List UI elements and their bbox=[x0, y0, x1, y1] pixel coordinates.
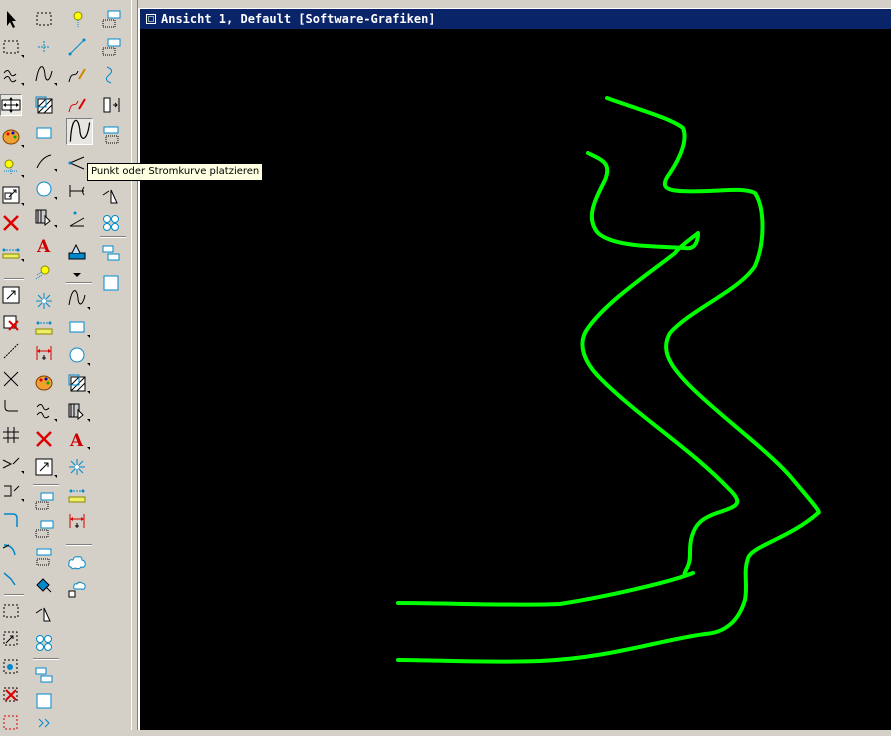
stream-curve-inner bbox=[396, 151, 740, 607]
fence-select-icon[interactable] bbox=[0, 36, 24, 58]
light-bulb-icon[interactable] bbox=[33, 262, 55, 284]
scale-2-icon[interactable] bbox=[33, 456, 57, 478]
place-point-curve-icon[interactable] bbox=[66, 152, 88, 174]
freehand-pen-icon[interactable] bbox=[66, 64, 88, 86]
fence-clip-icon[interactable] bbox=[0, 710, 22, 732]
mirror-icon[interactable] bbox=[100, 94, 122, 116]
chamfer-icon[interactable] bbox=[0, 508, 22, 530]
dialog-copy-top-icon[interactable] bbox=[100, 36, 122, 58]
curve-2-icon[interactable] bbox=[66, 288, 90, 310]
stream-curve-outer bbox=[396, 96, 821, 664]
rectangle-icon[interactable] bbox=[33, 122, 55, 144]
array-icon[interactable] bbox=[33, 632, 55, 654]
window-top-strip bbox=[138, 0, 891, 8]
dimension-angle-icon[interactable] bbox=[66, 180, 88, 202]
scale-icon[interactable] bbox=[0, 284, 22, 306]
dialog-copy-icon[interactable] bbox=[33, 518, 55, 540]
fence-icon[interactable] bbox=[33, 8, 55, 30]
sparkle-2-icon[interactable] bbox=[66, 456, 88, 478]
volume-2-icon[interactable] bbox=[100, 186, 122, 208]
rectangle-2-icon[interactable] bbox=[66, 316, 90, 338]
modify-corner-icon[interactable] bbox=[0, 566, 22, 588]
cell-2-icon[interactable] bbox=[66, 400, 90, 422]
smart-line-icon[interactable] bbox=[0, 64, 24, 86]
place-dimension-icon[interactable] bbox=[66, 208, 88, 230]
wave-icon[interactable] bbox=[100, 64, 122, 86]
fillet-icon[interactable] bbox=[0, 396, 22, 418]
fence-delete-icon[interactable] bbox=[0, 684, 22, 706]
move-icon[interactable] bbox=[0, 94, 22, 116]
array-2-icon[interactable] bbox=[100, 212, 122, 234]
delete-x-icon[interactable] bbox=[0, 212, 22, 234]
smart-line-2-icon[interactable] bbox=[33, 400, 57, 422]
cloud-move-icon[interactable] bbox=[66, 578, 88, 600]
extend-icon[interactable] bbox=[0, 452, 24, 474]
dialog-move-icon[interactable] bbox=[33, 490, 55, 512]
delete-partial-icon[interactable] bbox=[0, 312, 22, 334]
curve-icon[interactable] bbox=[33, 64, 57, 86]
dialog-move-top-icon[interactable] bbox=[100, 8, 122, 30]
arc-icon[interactable] bbox=[33, 150, 57, 172]
palette-divider[interactable] bbox=[131, 0, 138, 730]
volume-icon[interactable] bbox=[33, 604, 55, 626]
scale-element-icon[interactable] bbox=[0, 184, 24, 206]
eraser-icon[interactable] bbox=[33, 574, 55, 596]
measure-icon[interactable] bbox=[0, 240, 24, 262]
tool-palette: A A bbox=[0, 0, 131, 730]
place-line-icon[interactable] bbox=[66, 36, 88, 58]
dimension-2-icon[interactable] bbox=[66, 510, 88, 532]
material-palette-icon[interactable] bbox=[33, 372, 55, 394]
dimension-point-2-icon[interactable] bbox=[66, 484, 88, 506]
window-icon[interactable] bbox=[146, 14, 156, 24]
drawing-canvas[interactable] bbox=[140, 28, 891, 730]
view-titlebar[interactable]: Ansicht 1, Default [Software-Grafiken] bbox=[140, 8, 891, 29]
chain-2-icon[interactable] bbox=[100, 272, 122, 294]
cloud-icon[interactable] bbox=[66, 552, 88, 574]
hatch-2-icon[interactable] bbox=[66, 372, 90, 394]
line-tool-icon[interactable] bbox=[0, 340, 22, 362]
delete-x-2-icon[interactable] bbox=[33, 428, 55, 450]
intersect-icon[interactable] bbox=[0, 368, 22, 390]
arc-corner-icon[interactable] bbox=[0, 538, 22, 560]
freehand-red-icon[interactable] bbox=[66, 94, 88, 116]
fence-copy-icon[interactable] bbox=[0, 656, 22, 678]
trim-icon[interactable] bbox=[0, 480, 24, 502]
point-icon[interactable] bbox=[33, 36, 55, 58]
light-source-icon[interactable] bbox=[0, 156, 24, 178]
tooltip: Punkt oder Stromkurve platzieren bbox=[87, 163, 264, 181]
stack-2-icon[interactable] bbox=[100, 242, 122, 264]
chain-icon[interactable] bbox=[33, 690, 55, 712]
fence-dotted-icon[interactable] bbox=[0, 600, 22, 622]
dimension-icon[interactable] bbox=[33, 342, 55, 364]
hatch-icon[interactable] bbox=[33, 94, 55, 116]
view-window: Ansicht 1, Default [Software-Grafiken] bbox=[138, 8, 891, 730]
sparkle-light-icon[interactable] bbox=[33, 290, 55, 312]
stack-icon[interactable] bbox=[33, 664, 55, 686]
view-title: Ansicht 1, Default [Software-Grafiken] bbox=[161, 12, 436, 26]
circle-icon[interactable] bbox=[33, 178, 57, 200]
cell-icon[interactable] bbox=[33, 206, 57, 228]
dialog-move-3-icon[interactable] bbox=[100, 124, 122, 146]
palette-icon[interactable] bbox=[0, 126, 24, 148]
grid-icon[interactable] bbox=[0, 424, 22, 446]
fence-move-icon[interactable] bbox=[0, 628, 22, 650]
text-icon[interactable]: A bbox=[33, 234, 55, 257]
svg-text:A: A bbox=[69, 431, 84, 451]
svg-text:A: A bbox=[36, 237, 51, 257]
stream-curve-icon[interactable] bbox=[66, 118, 93, 145]
light-tool-icon[interactable] bbox=[66, 8, 88, 30]
dimension-point-icon[interactable] bbox=[33, 316, 55, 338]
render-icon[interactable] bbox=[66, 240, 88, 262]
text-2-icon[interactable]: A bbox=[66, 428, 90, 451]
circle-2-icon[interactable] bbox=[66, 344, 90, 366]
select-arrow-icon[interactable] bbox=[0, 8, 22, 30]
dialog-mirror-icon[interactable] bbox=[33, 546, 55, 568]
expand-chevron-icon[interactable] bbox=[33, 714, 55, 736]
